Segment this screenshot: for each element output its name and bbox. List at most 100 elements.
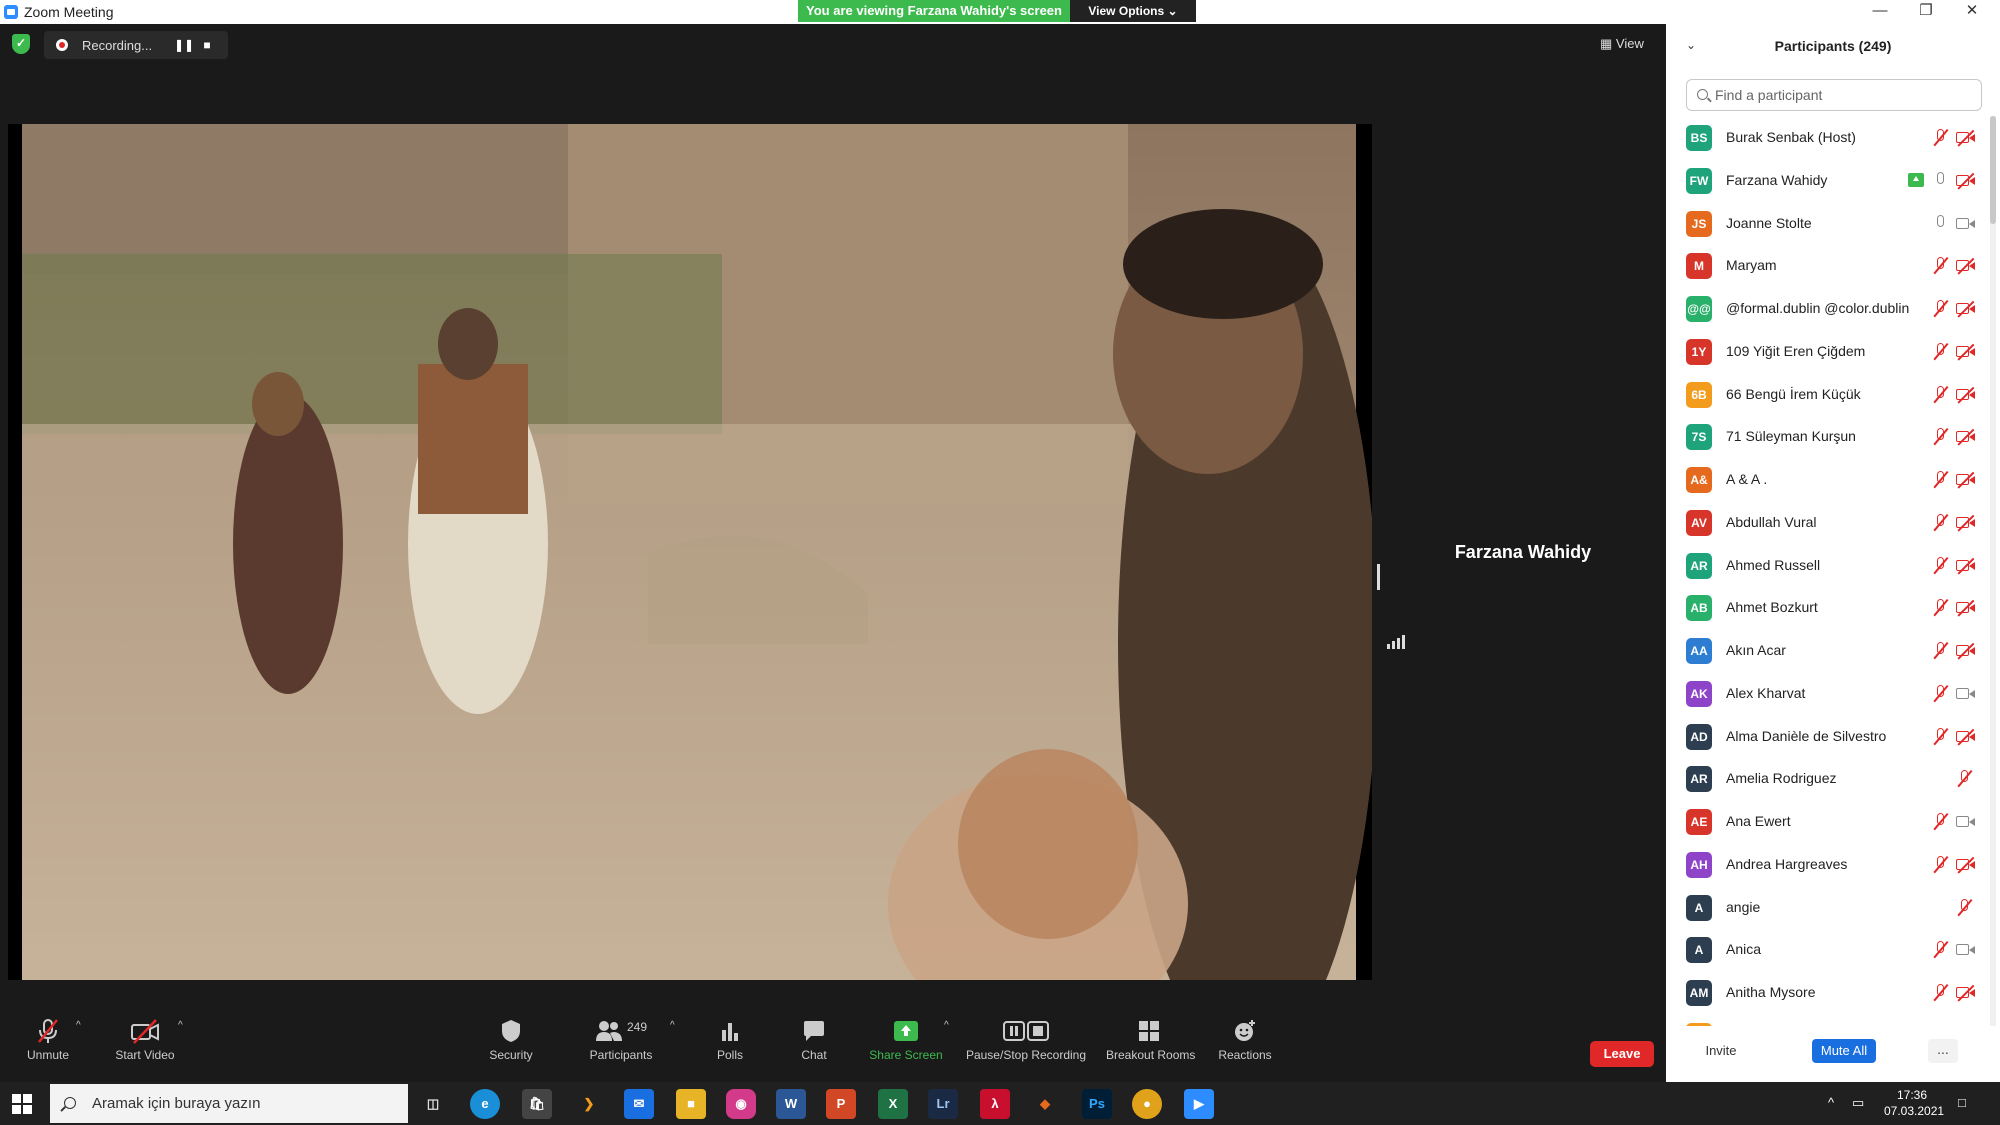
zoom-taskbar-icon[interactable]: ▶ xyxy=(1184,1089,1214,1119)
mic-muted-icon[interactable] xyxy=(1932,470,1949,490)
store-icon[interactable]: 🛍 xyxy=(522,1089,552,1119)
mic-on-icon[interactable] xyxy=(1932,171,1948,191)
mic-muted-icon[interactable] xyxy=(1932,427,1949,447)
powerpoint-icon[interactable]: P xyxy=(826,1089,856,1119)
video-off-icon[interactable] xyxy=(1956,557,1976,574)
mic-muted-icon[interactable] xyxy=(1956,769,1973,789)
task-view-icon[interactable]: ◫ xyxy=(418,1089,448,1119)
word-icon[interactable]: W xyxy=(776,1089,806,1119)
video-off-icon[interactable] xyxy=(1956,428,1976,446)
file-explorer-icon[interactable]: ■ xyxy=(676,1089,706,1119)
network-icon[interactable]: ▭ xyxy=(1852,1095,1864,1111)
unmute-button[interactable]: Unmute ^ xyxy=(18,1018,81,1062)
mic-muted-icon[interactable] xyxy=(1932,641,1949,661)
participant-row[interactable]: JS Joanne Stolte xyxy=(1666,202,1988,245)
minimize-icon[interactable]: — xyxy=(1858,0,1902,24)
reactions-button[interactable]: Reactions xyxy=(1216,1018,1274,1062)
mic-muted-icon[interactable] xyxy=(1932,940,1949,960)
video-off-icon[interactable] xyxy=(1956,300,1976,318)
notifications-icon[interactable]: □ xyxy=(1958,1095,1966,1110)
participant-row[interactable]: @@ @formal.dublin @color.dublin xyxy=(1666,287,1988,330)
participant-row[interactable]: BS Burak Senbak (Host) xyxy=(1666,116,1988,159)
participant-row[interactable]: 1Y 109 Yiğit Eren Çiğdem xyxy=(1666,330,1988,373)
more-options-button[interactable]: ... xyxy=(1928,1039,1958,1063)
mail-icon[interactable]: ✉ xyxy=(624,1089,654,1119)
video-off-icon[interactable] xyxy=(1956,129,1976,147)
photoshop-icon[interactable]: Ps xyxy=(1082,1089,1112,1119)
participant-row[interactable]: AM Anitha Mysore xyxy=(1666,971,1988,1014)
video-off-icon[interactable] xyxy=(1956,386,1976,403)
mic-muted-icon[interactable] xyxy=(1932,342,1949,362)
mic-muted-icon[interactable] xyxy=(1932,983,1949,1003)
instagram-icon[interactable]: ◉ xyxy=(726,1089,756,1119)
mic-muted-icon[interactable] xyxy=(1932,812,1949,832)
mic-muted-icon[interactable] xyxy=(1932,684,1949,704)
participants-caret-icon[interactable]: ^ xyxy=(670,1020,675,1031)
edge-browser-icon[interactable]: e xyxy=(470,1089,500,1119)
mic-muted-icon[interactable] xyxy=(1932,256,1949,276)
video-off-icon[interactable] xyxy=(1956,514,1976,532)
polls-button[interactable]: Polls xyxy=(710,1018,750,1062)
windows-start-icon[interactable] xyxy=(12,1094,32,1114)
breakout-rooms-button[interactable]: Breakout Rooms xyxy=(1106,1018,1195,1062)
participant-row[interactable]: AK Alex Kharvat xyxy=(1666,672,1988,715)
mic-muted-icon[interactable] xyxy=(1932,556,1949,576)
pause-recording-icon[interactable]: ❚❚ xyxy=(174,36,194,54)
pause-stop-recording-button[interactable]: Pause/Stop Recording xyxy=(964,1018,1088,1062)
mic-muted-icon[interactable] xyxy=(1932,128,1949,148)
share-options-caret-icon[interactable]: ^ xyxy=(944,1020,949,1031)
video-off-icon[interactable] xyxy=(1956,257,1976,275)
invite-button[interactable]: Invite xyxy=(1696,1039,1746,1063)
participant-search-input[interactable]: Find a participant xyxy=(1686,79,1982,111)
audio-options-caret-icon[interactable]: ^ xyxy=(76,1020,81,1031)
restore-icon[interactable]: ❐ xyxy=(1904,0,1948,24)
taskbar-search-box[interactable]: Aramak için buraya yazın xyxy=(50,1084,408,1123)
acrobat-icon[interactable]: λ xyxy=(980,1089,1010,1119)
mic-muted-icon[interactable] xyxy=(1932,299,1949,319)
video-off-icon[interactable] xyxy=(1956,642,1976,660)
video-on-icon[interactable] xyxy=(1956,814,1976,830)
participants-button[interactable]: 249 Participants ^ xyxy=(584,1018,675,1062)
chat-button[interactable]: Chat xyxy=(794,1018,834,1062)
participant-row[interactable]: FW Farzana Wahidy xyxy=(1666,159,1988,202)
excel-icon[interactable]: X xyxy=(878,1089,908,1119)
video-off-icon[interactable] xyxy=(1956,856,1976,874)
view-options-button[interactable]: View Options ⌄ xyxy=(1070,0,1196,22)
participant-row[interactable] xyxy=(1666,1014,1988,1026)
participant-row[interactable]: AV Abdullah Vural xyxy=(1666,501,1988,544)
close-icon[interactable]: ✕ xyxy=(1950,0,1994,24)
scrollbar-thumb[interactable] xyxy=(1990,116,1996,224)
video-on-icon[interactable] xyxy=(1956,686,1976,702)
video-off-icon[interactable] xyxy=(1956,172,1976,190)
security-button[interactable]: Security xyxy=(486,1018,536,1062)
video-off-icon[interactable] xyxy=(1956,471,1976,489)
participant-row[interactable]: AR Ahmed Russell xyxy=(1666,544,1988,587)
taskbar-clock[interactable]: 17:36 07.03.2021 xyxy=(1884,1087,1944,1119)
participant-list-scrollbar[interactable] xyxy=(1990,116,1996,1026)
mic-muted-icon[interactable] xyxy=(1932,598,1949,618)
participant-row[interactable]: 6B 66 Bengü İrem Küçük xyxy=(1666,373,1988,416)
participant-row[interactable]: AD Alma Danièle de Silvestro xyxy=(1666,715,1988,758)
share-screen-button[interactable]: Share Screen ^ xyxy=(866,1018,949,1062)
participant-row[interactable]: AA Akın Acar xyxy=(1666,629,1988,672)
chrome-icon[interactable]: ● xyxy=(1132,1089,1162,1119)
participant-row[interactable]: AE Ana Ewert xyxy=(1666,800,1988,843)
participant-row[interactable]: AH Andrea Hargreaves xyxy=(1666,843,1988,886)
participant-row[interactable]: Aangie xyxy=(1666,886,1988,929)
encryption-shield-icon[interactable]: ✓ xyxy=(12,34,30,54)
show-hidden-icons-icon[interactable]: ^ xyxy=(1828,1095,1834,1110)
mic-muted-icon[interactable] xyxy=(1932,727,1949,747)
view-button[interactable]: ▦ View xyxy=(1600,32,1654,56)
mic-on-icon[interactable] xyxy=(1932,214,1948,234)
participant-row[interactable]: A Anica xyxy=(1666,928,1988,971)
video-off-icon[interactable] xyxy=(1956,984,1976,1002)
start-video-button[interactable]: Start Video ^ xyxy=(110,1018,183,1062)
panel-splitter-handle[interactable] xyxy=(1377,564,1380,590)
participant-row[interactable]: M Maryam xyxy=(1666,244,1988,287)
video-on-icon[interactable] xyxy=(1956,942,1976,958)
app-generic-icon[interactable]: ◆ xyxy=(1030,1089,1060,1119)
participant-row[interactable]: A& A & A . xyxy=(1666,458,1988,501)
video-off-icon[interactable] xyxy=(1956,599,1976,617)
participant-row[interactable]: 7S 71 Süleyman Kurşun xyxy=(1666,415,1988,458)
video-options-caret-icon[interactable]: ^ xyxy=(178,1020,183,1031)
